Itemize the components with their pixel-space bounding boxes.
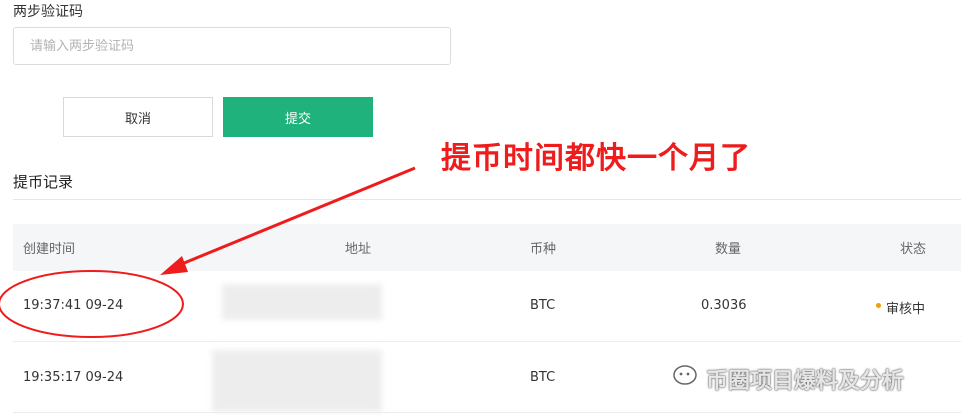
- annotation-ellipse: [0, 270, 184, 338]
- watermark-text: 币圈项目爆料及分析: [706, 369, 905, 394]
- annotation-arrowhead: [160, 256, 188, 275]
- annotation-arrow-line: [171, 166, 416, 270]
- annotation-overlay: [0, 166, 416, 338]
- wechat-icon: [673, 365, 697, 385]
